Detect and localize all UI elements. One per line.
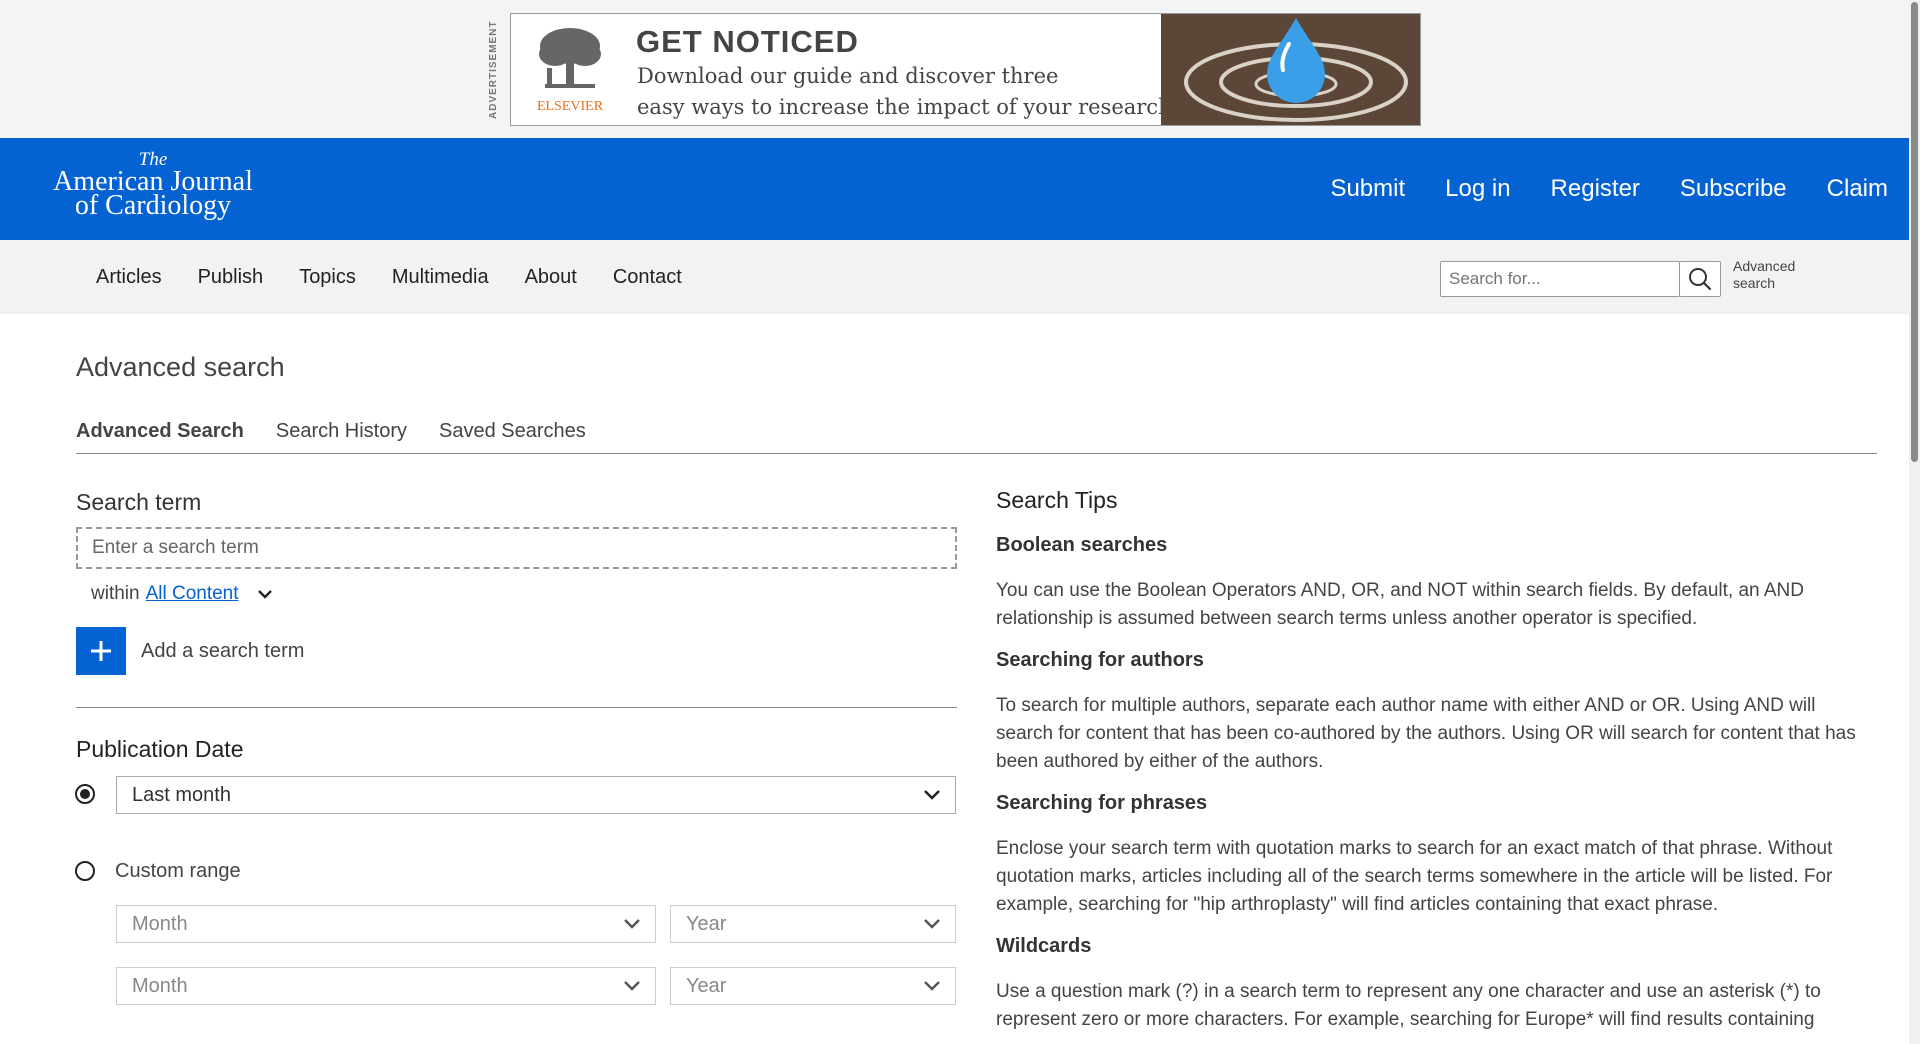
tree-logo-icon: [539, 28, 601, 88]
search-tabs: Advanced Search Search History Saved Sea…: [76, 420, 618, 443]
plus-icon: [91, 641, 111, 661]
main-nav-items: Articles Publish Topics Multimedia About…: [78, 240, 700, 314]
chevron-down-icon: [924, 919, 940, 929]
chevron-down-icon: [624, 981, 640, 991]
chevron-down-icon[interactable]: [257, 588, 273, 600]
start-month-select[interactable]: Month: [116, 905, 656, 943]
submit-link[interactable]: Submit: [1330, 175, 1405, 203]
tip-text: Use a question mark (?) in a search term…: [996, 981, 1821, 1030]
tab-saved-searches[interactable]: Saved Searches: [439, 420, 586, 443]
search-icon: [1689, 268, 1712, 291]
advanced-search-link[interactable]: Advanced search: [1733, 258, 1813, 292]
preset-range-select[interactable]: Last month: [116, 776, 956, 814]
end-year-value: Year: [686, 974, 727, 997]
site-header: The American Journal of Cardiology Submi…: [0, 138, 1920, 240]
start-month-value: Month: [132, 912, 188, 935]
ad-image: [1161, 14, 1420, 125]
elsevier-logo: ELSEVIER: [525, 24, 615, 119]
publication-date-heading: Publication Date: [76, 736, 244, 762]
ad-label: ADVERTISEMENT: [488, 20, 499, 120]
add-search-term-label[interactable]: Add a search term: [141, 640, 304, 663]
elsevier-wordmark: ELSEVIER: [536, 99, 604, 114]
tabs-divider: [76, 453, 1877, 454]
search-tips: Search Tips Boolean searches You can use…: [996, 487, 1876, 1044]
tip-title: Searching for phrases: [996, 792, 1208, 814]
tip-text: Enclose your search term with quotation …: [996, 838, 1833, 915]
start-year-value: Year: [686, 912, 727, 935]
quick-search-box: [1440, 261, 1680, 297]
search-tips-heading: Search Tips: [996, 487, 1118, 513]
water-drop-icon: [1161, 14, 1420, 125]
within-label: within: [91, 583, 140, 604]
nav-publish[interactable]: Publish: [198, 266, 264, 289]
ad-banner[interactable]: ELSEVIER GET NOTICED Download our guide …: [510, 13, 1421, 126]
tab-search-history[interactable]: Search History: [276, 420, 407, 443]
nav-articles[interactable]: Articles: [96, 266, 162, 289]
login-link[interactable]: Log in: [1445, 175, 1510, 203]
register-link[interactable]: Register: [1551, 175, 1640, 203]
journal-logo[interactable]: The American Journal of Cardiology: [38, 150, 268, 230]
end-year-select[interactable]: Year: [670, 967, 956, 1005]
nav-topics[interactable]: Topics: [299, 266, 356, 289]
claim-link[interactable]: Claim: [1827, 175, 1888, 203]
preset-range-value: Last month: [132, 783, 231, 806]
tip-text: To search for multiple authors, separate…: [996, 695, 1856, 772]
chevron-down-icon: [624, 919, 640, 929]
search-term-heading: Search term: [76, 489, 202, 515]
nav-contact[interactable]: Contact: [613, 266, 682, 289]
ad-copy-line2: easy ways to increase the impact of your…: [637, 95, 1179, 119]
form-divider: [76, 707, 957, 708]
logo-line2: of Cardiology: [74, 190, 232, 221]
add-search-term-button[interactable]: [76, 627, 126, 675]
tip-title: Boolean searches: [996, 534, 1168, 556]
subscribe-link[interactable]: Subscribe: [1680, 175, 1787, 203]
ad-headline: GET NOTICED: [636, 24, 859, 59]
chevron-down-icon: [924, 981, 940, 991]
preset-range-radio[interactable]: [75, 784, 95, 804]
header-nav: Submit Log in Register Subscribe Claim: [1310, 138, 1908, 240]
custom-range-radio[interactable]: [75, 861, 95, 881]
start-year-select[interactable]: Year: [670, 905, 956, 943]
within-scope-link[interactable]: All Content: [146, 583, 239, 605]
nav-about[interactable]: About: [525, 266, 577, 289]
search-button[interactable]: [1679, 261, 1721, 297]
nav-multimedia[interactable]: Multimedia: [392, 266, 489, 289]
chevron-down-icon: [924, 790, 940, 800]
tip-title: Wildcards: [996, 935, 1092, 957]
end-month-select[interactable]: Month: [116, 967, 656, 1005]
tip-text: You can use the Boolean Operators AND, O…: [996, 580, 1804, 629]
within-selector[interactable]: within All Content: [91, 583, 273, 605]
tab-advanced-search[interactable]: Advanced Search: [76, 420, 244, 443]
end-month-value: Month: [132, 974, 188, 997]
search-term-input[interactable]: [76, 527, 957, 569]
quick-search-input[interactable]: [1441, 262, 1679, 296]
custom-range-label[interactable]: Custom range: [115, 860, 241, 883]
page-title: Advanced search: [76, 352, 285, 382]
scrollbar-thumb[interactable]: [1911, 2, 1918, 462]
ad-copy-line1: Download our guide and discover three: [637, 64, 1059, 88]
tip-title: Searching for authors: [996, 649, 1204, 671]
